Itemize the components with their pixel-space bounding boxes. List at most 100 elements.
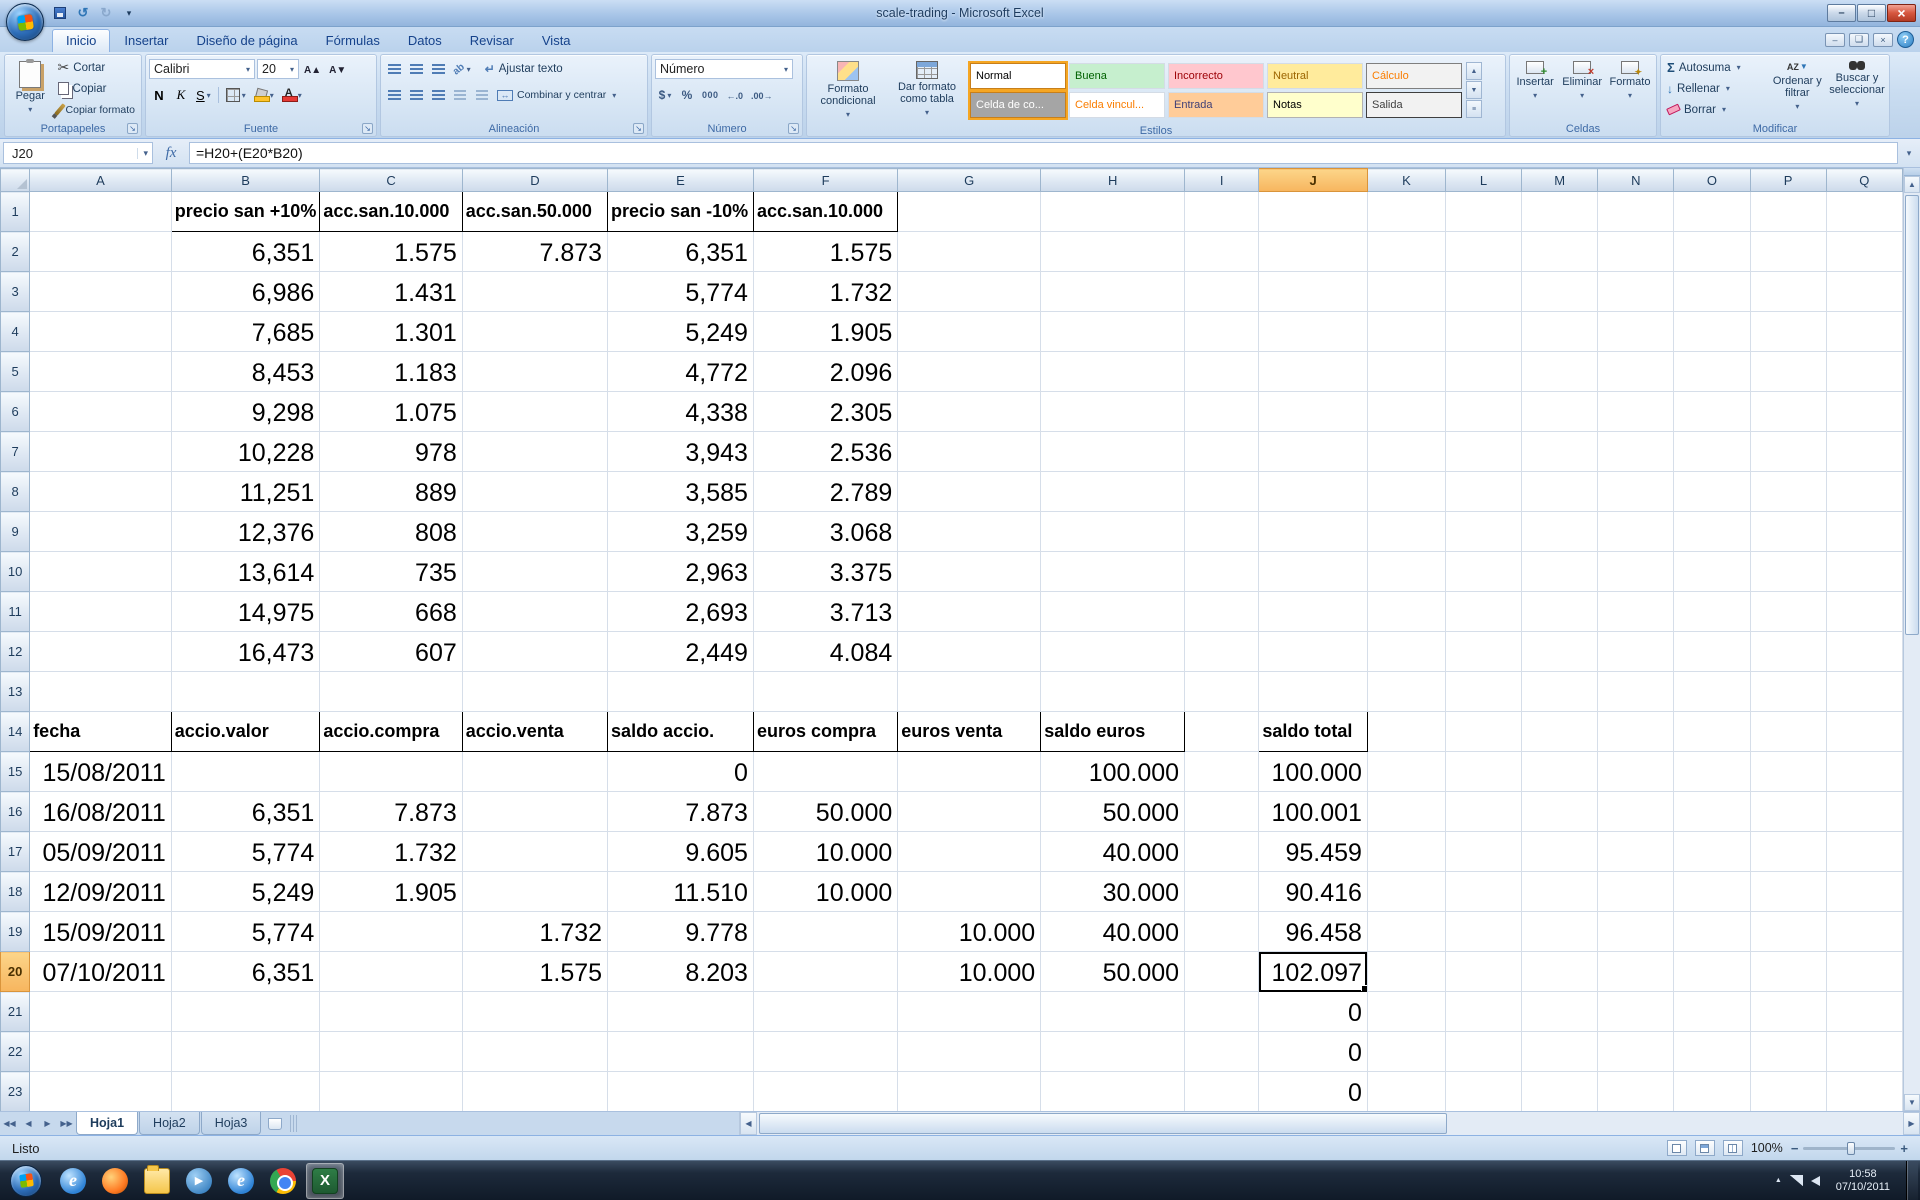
scroll-left-icon[interactable]: ◀ xyxy=(740,1112,757,1135)
cell-I1[interactable] xyxy=(1185,192,1259,232)
workbook-minimize-button[interactable]: – xyxy=(1825,33,1845,47)
taskbar-icon-windows-explorer[interactable] xyxy=(138,1163,176,1199)
cell-E5[interactable]: 4,772 xyxy=(608,352,754,392)
cell-D19[interactable]: 1.732 xyxy=(462,912,607,952)
cell-G21[interactable] xyxy=(898,992,1041,1032)
cell-A13[interactable] xyxy=(30,672,172,712)
cell-P9[interactable] xyxy=(1750,512,1826,552)
cell-M9[interactable] xyxy=(1522,512,1598,552)
save-button[interactable] xyxy=(50,4,70,22)
cell-G16[interactable] xyxy=(898,792,1041,832)
cell-Q1[interactable] xyxy=(1826,192,1902,232)
cell-P17[interactable] xyxy=(1750,832,1826,872)
cell-Q9[interactable] xyxy=(1826,512,1902,552)
cell-H3[interactable] xyxy=(1041,272,1185,312)
row-header-11[interactable]: 11 xyxy=(1,592,30,632)
cell-N23[interactable] xyxy=(1598,1072,1674,1112)
cell-E15[interactable]: 0 xyxy=(608,752,754,792)
workbook-restore-button[interactable]: ❑ xyxy=(1849,33,1869,47)
cell-N5[interactable] xyxy=(1598,352,1674,392)
page-layout-view-button[interactable] xyxy=(1695,1140,1715,1156)
cell-I22[interactable] xyxy=(1185,1032,1259,1072)
cell-F6[interactable]: 2.305 xyxy=(753,392,897,432)
normal-view-button[interactable] xyxy=(1667,1140,1687,1156)
cell-M7[interactable] xyxy=(1522,432,1598,472)
fuente-dialog-launcher-icon[interactable] xyxy=(362,123,373,134)
cell-A12[interactable] xyxy=(30,632,172,672)
cell-A1[interactable] xyxy=(30,192,172,232)
cell-K7[interactable] xyxy=(1367,432,1445,472)
cell-J11[interactable] xyxy=(1259,592,1368,632)
cell-E13[interactable] xyxy=(608,672,754,712)
cell-Q8[interactable] xyxy=(1826,472,1902,512)
row-header-14[interactable]: 14 xyxy=(1,712,30,752)
cell-H13[interactable] xyxy=(1041,672,1185,712)
cell-J16[interactable]: 100.001 xyxy=(1259,792,1368,832)
cell-G10[interactable] xyxy=(898,552,1041,592)
cell-D3[interactable] xyxy=(462,272,607,312)
cell-Q5[interactable] xyxy=(1826,352,1902,392)
cell-F11[interactable]: 3.713 xyxy=(753,592,897,632)
cell-A14[interactable]: fecha xyxy=(30,712,172,752)
cell-I3[interactable] xyxy=(1185,272,1259,312)
cell-K8[interactable] xyxy=(1367,472,1445,512)
cell-Q23[interactable] xyxy=(1826,1072,1902,1112)
decrease-indent-button[interactable] xyxy=(450,85,470,105)
cell-P22[interactable] xyxy=(1750,1032,1826,1072)
cell-B18[interactable]: 5,249 xyxy=(171,872,320,912)
cell-O17[interactable] xyxy=(1674,832,1750,872)
cell-style-Neutral[interactable]: Neutral xyxy=(1267,63,1363,89)
cell-A22[interactable] xyxy=(30,1032,172,1072)
cell-M10[interactable] xyxy=(1522,552,1598,592)
cell-P3[interactable] xyxy=(1750,272,1826,312)
row-header-5[interactable]: 5 xyxy=(1,352,30,392)
cell-C15[interactable] xyxy=(320,752,462,792)
cell-I12[interactable] xyxy=(1185,632,1259,672)
cell-N3[interactable] xyxy=(1598,272,1674,312)
cell-A18[interactable]: 12/09/2011 xyxy=(30,872,172,912)
cell-M15[interactable] xyxy=(1522,752,1598,792)
cell-H4[interactable] xyxy=(1041,312,1185,352)
cell-M21[interactable] xyxy=(1522,992,1598,1032)
autosum-button[interactable]: Autosuma xyxy=(1664,57,1767,78)
cell-F10[interactable]: 3.375 xyxy=(753,552,897,592)
cell-P5[interactable] xyxy=(1750,352,1826,392)
cell-B3[interactable]: 6,986 xyxy=(171,272,320,312)
alineacion-dialog-launcher-icon[interactable] xyxy=(633,123,644,134)
cut-button[interactable]: Cortar xyxy=(55,57,138,78)
cell-F1[interactable]: acc.san.10.000 xyxy=(753,192,897,232)
cell-P2[interactable] xyxy=(1750,232,1826,272)
cell-I8[interactable] xyxy=(1185,472,1259,512)
cell-O15[interactable] xyxy=(1674,752,1750,792)
cell-Q21[interactable] xyxy=(1826,992,1902,1032)
cell-A2[interactable] xyxy=(30,232,172,272)
ribbon-tab-Inicio[interactable]: Inicio xyxy=(52,29,110,52)
cell-J7[interactable] xyxy=(1259,432,1368,472)
cell-C7[interactable]: 978 xyxy=(320,432,462,472)
cell-J22[interactable]: 0 xyxy=(1259,1032,1368,1072)
paste-button[interactable]: Pegar xyxy=(8,57,53,120)
cell-D22[interactable] xyxy=(462,1032,607,1072)
cell-E22[interactable] xyxy=(608,1032,754,1072)
workbook-close-button[interactable]: × xyxy=(1873,33,1893,47)
cell-B6[interactable]: 9,298 xyxy=(171,392,320,432)
conditional-formatting-button[interactable]: Formato condicional xyxy=(810,57,886,123)
cell-F19[interactable] xyxy=(753,912,897,952)
row-header-23[interactable]: 23 xyxy=(1,1072,30,1112)
cell-L19[interactable] xyxy=(1445,912,1521,952)
cell-H20[interactable]: 50.000 xyxy=(1041,952,1185,992)
cell-B19[interactable]: 5,774 xyxy=(171,912,320,952)
cell-O21[interactable] xyxy=(1674,992,1750,1032)
cell-L21[interactable] xyxy=(1445,992,1521,1032)
align-bottom-button[interactable] xyxy=(428,59,448,79)
find-select-button[interactable]: Buscar y seleccionar xyxy=(1828,57,1886,120)
cell-Q11[interactable] xyxy=(1826,592,1902,632)
horizontal-scroll-thumb[interactable] xyxy=(759,1113,1447,1134)
cell-A23[interactable] xyxy=(30,1072,172,1112)
volume-icon[interactable] xyxy=(1811,1176,1820,1186)
cell-O14[interactable] xyxy=(1674,712,1750,752)
cell-N17[interactable] xyxy=(1598,832,1674,872)
horizontal-scrollbar[interactable]: ◀ ▶ xyxy=(739,1112,1920,1135)
cell-D11[interactable] xyxy=(462,592,607,632)
ribbon-tab-Diseño de página[interactable]: Diseño de página xyxy=(182,29,311,52)
